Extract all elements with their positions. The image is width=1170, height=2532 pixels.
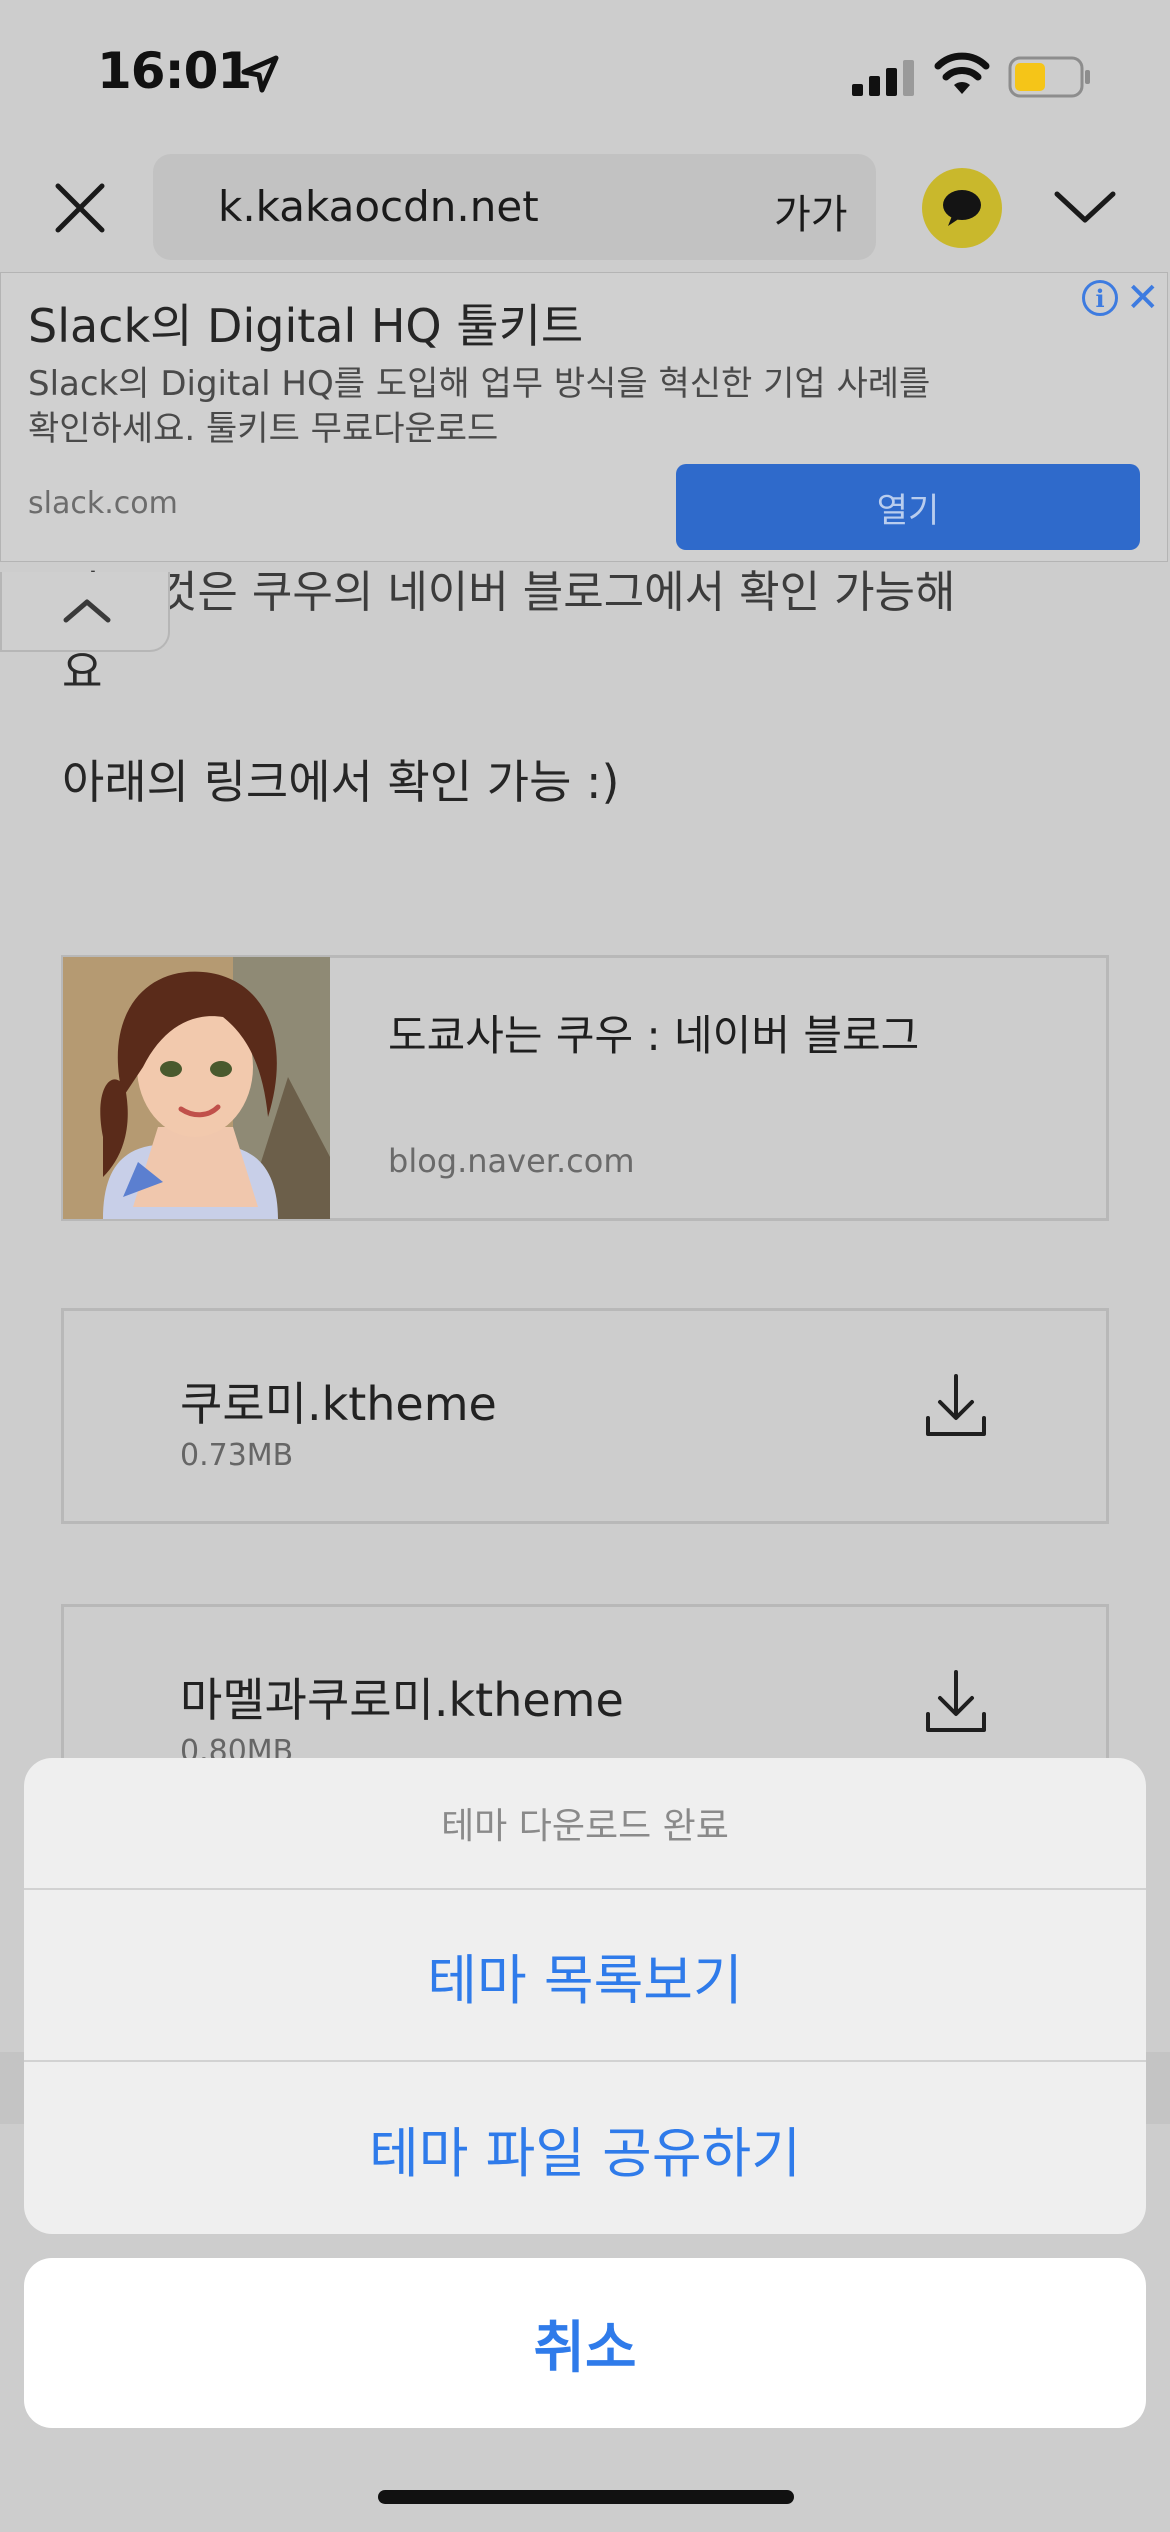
link-card-url: blog.naver.com [388, 1142, 635, 1180]
close-icon[interactable] [48, 176, 112, 240]
download-icon[interactable] [922, 1668, 990, 1736]
url-text[interactable]: k.kakaocdn.net [218, 182, 539, 231]
battery-icon [1008, 56, 1090, 98]
download-icon[interactable] [922, 1372, 990, 1440]
link-card-title[interactable]: 도쿄사는 쿠우 : 네이버 블로그 [388, 1002, 919, 1063]
location-arrow-icon [241, 55, 279, 93]
ad-open-button[interactable]: 열기 [676, 464, 1140, 550]
file-size: 0.73MB [180, 1438, 294, 1473]
chevron-down-icon[interactable] [1053, 180, 1117, 236]
file-name[interactable]: 마멜과쿠로미.ktheme [180, 1664, 624, 1730]
article-partial-line: 다른 것은 쿠우의 네이버 블로그에서 확인 가능해 [62, 567, 956, 618]
cancel-button[interactable]: 취소 [24, 2258, 1146, 2428]
action-sheet: 테마 다운로드 완료 테마 목록보기 테마 파일 공유하기 [24, 1758, 1146, 2234]
ad-description: Slack의 Digital HQ를 도입해 업무 방식을 혁신한 기업 사례를… [28, 364, 931, 449]
font-size-button[interactable]: 가가 [774, 182, 848, 240]
ad-domain: slack.com [28, 486, 178, 521]
share-theme-file-button[interactable]: 테마 파일 공유하기 [24, 2062, 1146, 2234]
view-theme-list-button[interactable]: 테마 목록보기 [24, 1890, 1146, 2062]
cellular-signal-icon [852, 60, 914, 96]
ad-close-icon[interactable]: ✕ [1126, 278, 1160, 318]
kakaotalk-button[interactable] [922, 168, 1002, 248]
home-indicator[interactable] [378, 2490, 794, 2504]
status-time: 16:01 [97, 42, 252, 100]
ad-title[interactable]: Slack의 Digital HQ 툴키트 [28, 290, 583, 356]
action-sheet-title: 테마 다운로드 완료 [24, 1758, 1146, 1890]
wifi-icon [934, 52, 990, 94]
link-thumbnail-image [63, 957, 330, 1219]
speech-bubble-icon [943, 190, 981, 226]
article-partial-line-end: 요 [62, 647, 103, 698]
ad-info-icon[interactable]: i [1082, 280, 1118, 316]
file-name[interactable]: 쿠로미.ktheme [180, 1368, 497, 1434]
article-link-line: 아래의 링크에서 확인 가능 :) [62, 755, 620, 809]
